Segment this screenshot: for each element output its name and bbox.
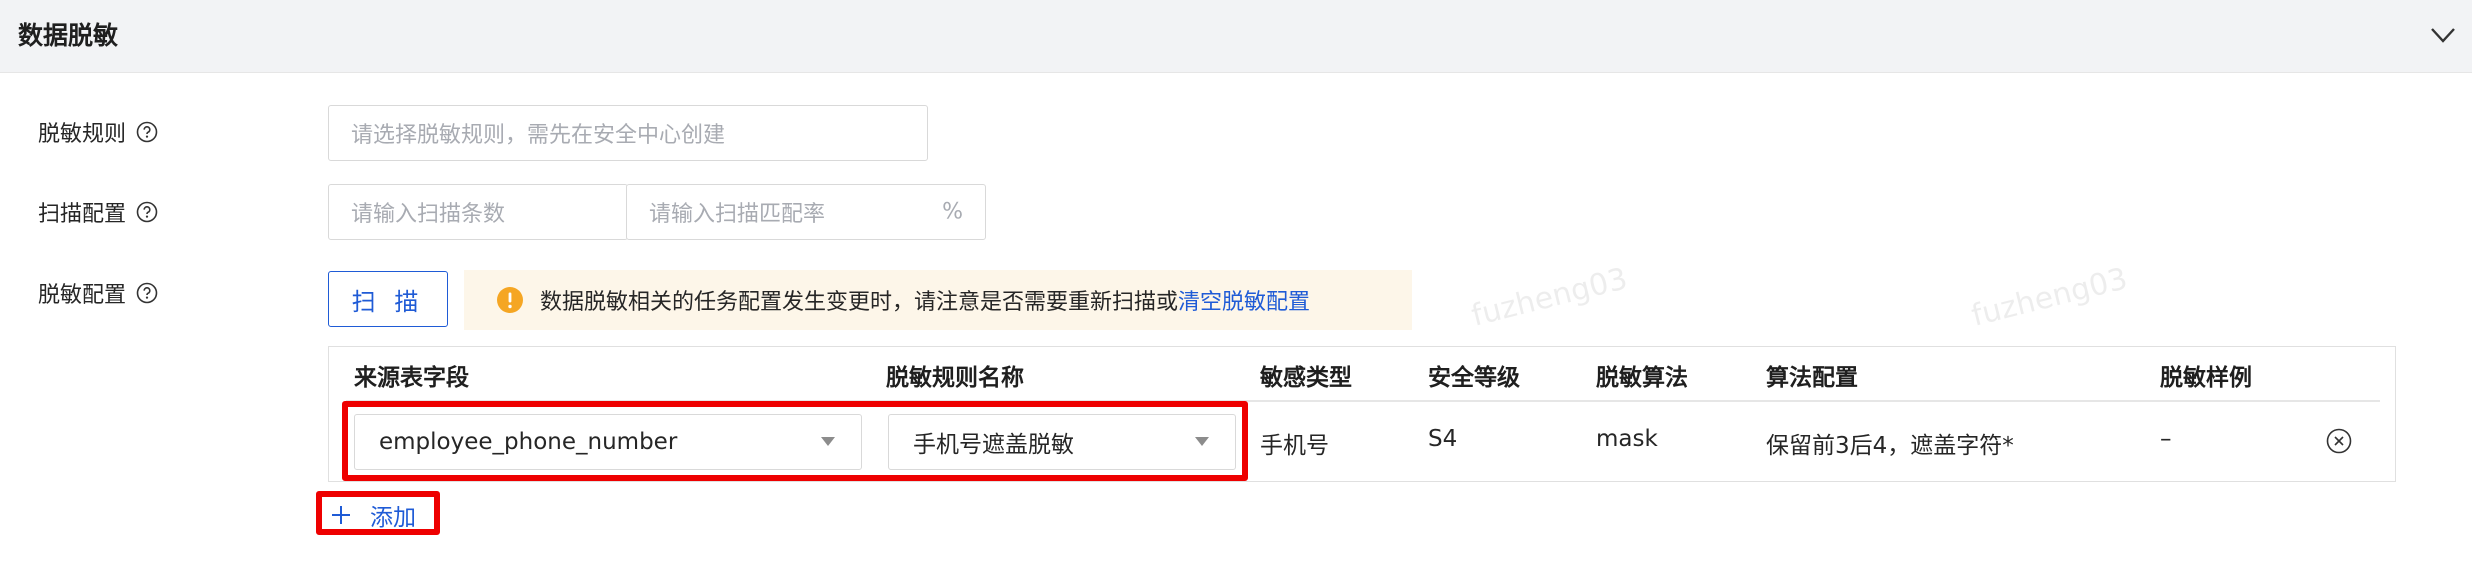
column-header: 脱敏规则名称 <box>886 365 1024 391</box>
scan-rate-input[interactable]: 请输入扫描匹配率 % <box>626 184 986 240</box>
plus-icon <box>332 506 350 524</box>
column-header: 算法配置 <box>1766 365 1858 391</box>
security-level-cell: S4 <box>1428 426 1458 452</box>
chevron-down-icon[interactable] <box>2428 20 2458 50</box>
add-row-button[interactable]: 添加 <box>330 498 416 532</box>
column-header: 敏感类型 <box>1260 365 1352 391</box>
caret-down-icon <box>1195 437 1209 446</box>
scan-config-label: 扫描配置 <box>38 192 158 232</box>
add-label: 添加 <box>370 505 416 531</box>
scan-count-input[interactable]: 请输入扫描条数 <box>328 184 628 240</box>
caret-down-icon <box>821 437 835 446</box>
mask-config-label-text: 脱敏配置 <box>38 283 127 308</box>
column-header: 来源表字段 <box>354 365 469 391</box>
rule-select[interactable]: 请选择脱敏规则，需先在安全中心创建 <box>328 105 928 161</box>
rule-label: 脱敏规则 <box>38 112 158 152</box>
watermark-text: fuzheng03 <box>1968 261 2131 334</box>
column-header: 安全等级 <box>1428 365 1520 391</box>
alert-text: 数据脱敏相关的任务配置发生变更时，请注意是否需要重新扫描或 <box>540 290 1179 315</box>
scan-rate-placeholder: 请输入扫描匹配率 <box>649 202 826 227</box>
warning-alert: 数据脱敏相关的任务配置发生变更时，请注意是否需要重新扫描或 清空脱敏配置 <box>464 270 1412 330</box>
question-circle-icon[interactable] <box>136 121 158 143</box>
percent-suffix: % <box>942 199 963 225</box>
source-field-select[interactable]: employee_phone_number <box>354 414 862 470</box>
column-header: 脱敏算法 <box>1596 365 1688 391</box>
scan-count-placeholder: 请输入扫描条数 <box>351 202 506 227</box>
algorithm-cell: mask <box>1596 426 1658 452</box>
section-title: 数据脱敏 <box>18 21 119 50</box>
rule-label-text: 脱敏规则 <box>38 122 127 147</box>
source-field-value: employee_phone_number <box>379 429 678 455</box>
sensitive-type-cell: 手机号 <box>1260 433 1329 459</box>
question-circle-icon[interactable] <box>136 201 158 223</box>
clear-mask-config-link[interactable]: 清空脱敏配置 <box>1178 284 1310 316</box>
rule-name-value: 手机号遮盖脱敏 <box>913 432 1074 458</box>
sample-cell: – <box>2160 426 2172 452</box>
close-circle-icon[interactable] <box>2326 428 2352 454</box>
watermark-text: fuzheng03 <box>1468 261 1631 334</box>
column-header: 脱敏样例 <box>2160 365 2252 391</box>
rule-name-select[interactable]: 手机号遮盖脱敏 <box>888 414 1236 470</box>
scan-button[interactable]: 扫 描 <box>328 271 448 327</box>
mask-config-label: 脱敏配置 <box>38 273 158 313</box>
exclamation-circle-icon <box>497 287 523 313</box>
section-header[interactable]: 数据脱敏 <box>0 0 2472 73</box>
algorithm-config-cell: 保留前3后4，遮盖字符* <box>1766 433 2014 459</box>
question-circle-icon[interactable] <box>136 282 158 304</box>
rule-select-placeholder: 请选择脱敏规则，需先在安全中心创建 <box>351 123 726 148</box>
scan-config-label-text: 扫描配置 <box>38 202 127 227</box>
table-divider <box>346 400 2380 402</box>
